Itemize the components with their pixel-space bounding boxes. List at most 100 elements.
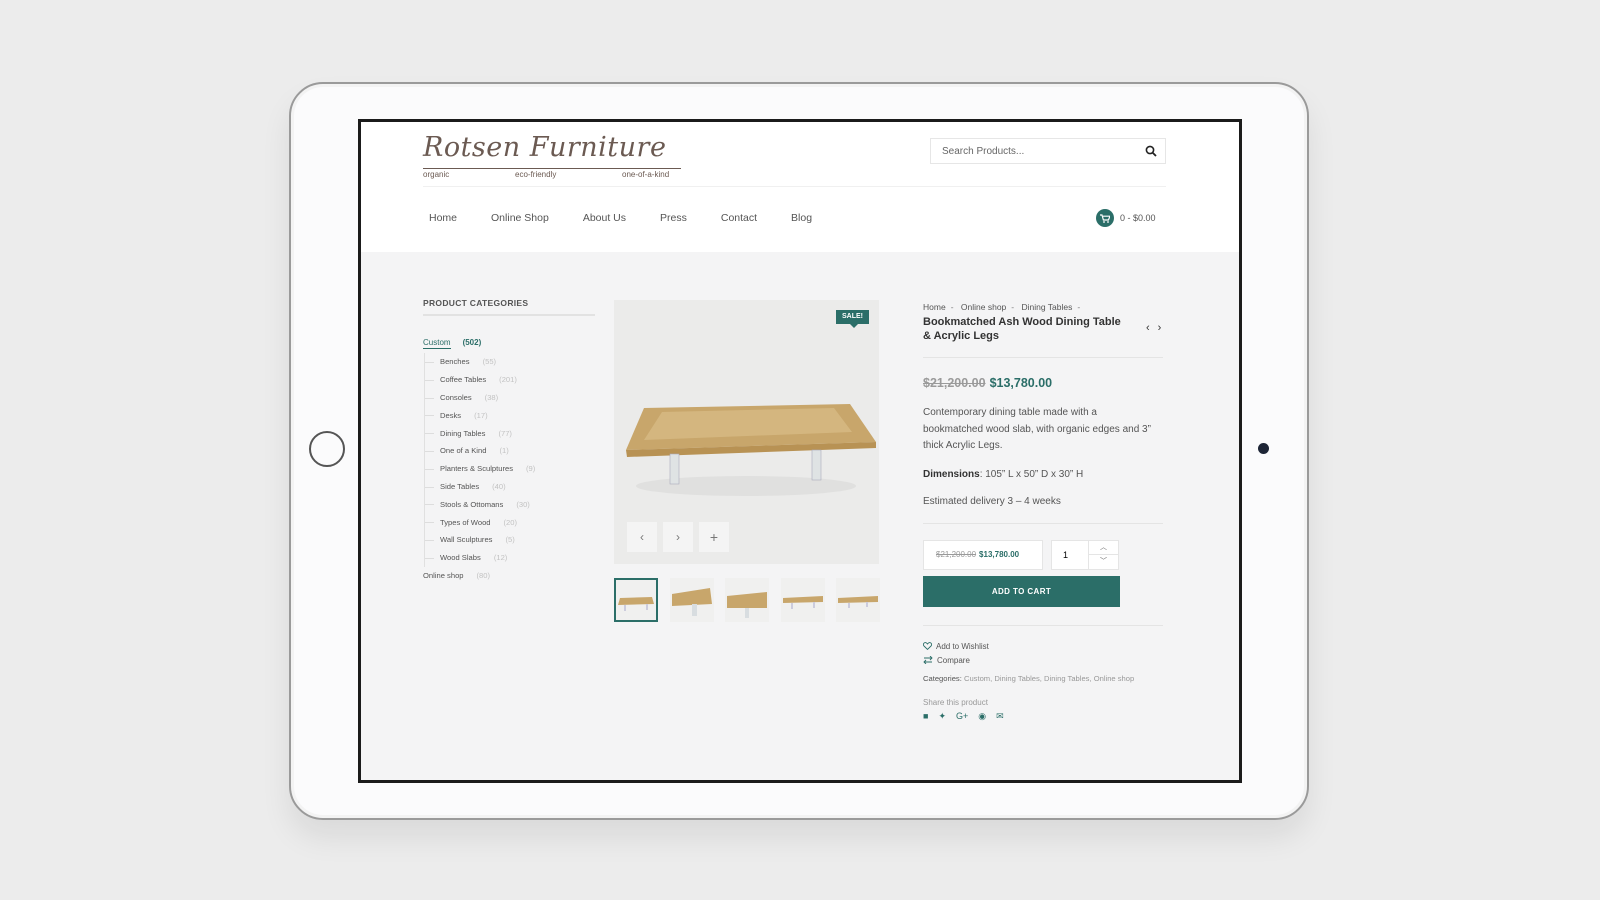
category-online-label[interactable]: Online shop xyxy=(423,571,464,580)
nav-blog[interactable]: Blog xyxy=(785,212,818,224)
nav-contact[interactable]: Contact xyxy=(715,212,763,224)
subcategory-label[interactable]: Dining Tables xyxy=(440,429,485,438)
site-header: Rotsen Furniture organic eco-friendly on… xyxy=(361,122,1239,252)
categories-links[interactable]: Custom, Dining Tables, Dining Tables, On… xyxy=(964,674,1134,683)
wishlist-label[interactable]: Add to Wishlist xyxy=(936,642,989,651)
quantity-stepper: ︿ ﹀ xyxy=(1051,539,1119,570)
category-custom[interactable]: Custom (502) xyxy=(423,338,595,349)
categories-label: Categories: xyxy=(923,673,962,683)
add-to-wishlist-link[interactable]: Add to Wishlist xyxy=(923,642,1163,651)
thumbnail[interactable] xyxy=(670,578,714,622)
logo-tag-unique: one-of-a-kind xyxy=(622,170,670,179)
quantity-up-icon[interactable]: ︿ xyxy=(1088,540,1118,555)
search-icon[interactable] xyxy=(1145,145,1157,157)
home-button[interactable] xyxy=(309,431,345,467)
divider xyxy=(923,624,1163,626)
subcategory-label[interactable]: Types of Wood xyxy=(440,518,491,527)
subcategory-count: (40) xyxy=(492,481,506,491)
quantity-input[interactable] xyxy=(1052,540,1088,569)
pinterest-icon[interactable]: ◉ xyxy=(978,711,986,722)
purchase-price: $21,200.00 $13,780.00 xyxy=(923,539,1043,570)
subcategory-label[interactable]: Consoles xyxy=(440,393,472,402)
subcategory-item[interactable]: Desks (17) xyxy=(425,406,595,424)
subcategory-item[interactable]: Wall Sculptures (5) xyxy=(425,531,595,549)
subcategory-label[interactable]: Benches xyxy=(440,357,470,366)
gallery-prev-button[interactable]: ‹ xyxy=(627,522,657,552)
delivery-estimate: Estimated delivery 3 – 4 weeks xyxy=(923,495,1061,507)
subcategory-count: (201) xyxy=(499,375,517,385)
nav-about-us[interactable]: About Us xyxy=(577,212,632,224)
breadcrumb-home[interactable]: Home xyxy=(923,302,946,312)
quantity-down-icon[interactable]: ﹀ xyxy=(1088,554,1118,569)
gallery-zoom-button[interactable]: + xyxy=(699,522,729,552)
compare-link[interactable]: Compare xyxy=(923,656,1163,665)
add-to-cart-button[interactable]: ADD TO CART xyxy=(923,575,1120,607)
nav-home[interactable]: Home xyxy=(423,212,463,224)
purchase-sale-price: $13,780.00 xyxy=(979,550,1020,559)
subcategory-count: (55) xyxy=(482,357,497,367)
subcategory-item[interactable]: Coffee Tables (201) xyxy=(425,371,595,389)
subcategory-label[interactable]: Side Tables xyxy=(440,482,479,491)
subcategory-label[interactable]: Wall Sculptures xyxy=(440,535,492,544)
product-dimensions: Dimensions: 105” L x 50” D x 30” H xyxy=(923,469,1163,480)
logo-tag-organic: organic xyxy=(423,170,450,179)
category-custom-label[interactable]: Custom xyxy=(423,338,451,349)
divider xyxy=(923,522,1163,524)
subcategory-item[interactable]: Dining Tables (77) xyxy=(425,424,595,442)
product-categories: Categories: Custom, Dining Tables, Dinin… xyxy=(923,671,1163,687)
subcategory-count: (30) xyxy=(516,499,530,509)
twitter-icon[interactable]: ✦ xyxy=(938,711,946,722)
subcategory-count: (38) xyxy=(484,392,499,402)
category-online-count: (80) xyxy=(476,570,491,580)
subcategory-label[interactable]: Desks xyxy=(440,411,461,420)
subcategory-item[interactable]: Benches (55) xyxy=(425,353,595,371)
subcategory-count: (12) xyxy=(493,553,508,563)
thumbnail[interactable] xyxy=(836,578,880,622)
subcategory-item[interactable]: One of a Kind (1) xyxy=(425,442,595,460)
nav-online-shop[interactable]: Online Shop xyxy=(485,212,555,224)
subcategory-item[interactable]: Planters & Sculptures (9) xyxy=(425,460,595,478)
subcategory-label[interactable]: Planters & Sculptures xyxy=(440,464,513,473)
cart-summary[interactable]: 0 - $0.00 xyxy=(1120,213,1156,223)
subcategory-label[interactable]: Wood Slabs xyxy=(440,553,481,562)
share-icons: ■ ✦ G+ ◉ ✉ xyxy=(923,711,1163,722)
dimensions-label: Dimensions xyxy=(923,468,980,480)
nav-press[interactable]: Press xyxy=(654,212,693,224)
logo-tag-eco: eco-friendly xyxy=(515,170,557,179)
heart-icon xyxy=(923,642,932,650)
subcategory-count: (5) xyxy=(505,535,515,545)
product-gallery[interactable]: SALE! ‹ › + xyxy=(614,300,879,564)
prev-product-icon[interactable]: ‹ xyxy=(1146,322,1150,334)
breadcrumb-dining-tables[interactable]: Dining Tables xyxy=(1022,302,1073,312)
email-icon[interactable]: ✉ xyxy=(996,711,1004,722)
subcategory-label[interactable]: Coffee Tables xyxy=(440,375,486,384)
category-online-shop[interactable]: Online shop (80) xyxy=(423,571,595,580)
compare-label[interactable]: Compare xyxy=(937,656,970,665)
header-divider xyxy=(423,186,1166,187)
subcategory-item[interactable]: Stools & Ottomans (30) xyxy=(425,495,595,513)
cart-widget[interactable]: 0 - $0.00 xyxy=(1096,209,1156,227)
breadcrumb-online-shop[interactable]: Online shop xyxy=(961,302,1006,312)
subcategory-item[interactable]: Wood Slabs (12) xyxy=(425,549,595,567)
subcategory-item[interactable]: Side Tables (40) xyxy=(425,478,595,496)
subcategory-item[interactable]: Types of Wood (20) xyxy=(425,513,595,531)
subcategory-label[interactable]: Stools & Ottomans xyxy=(440,500,503,509)
dimensions-value: : 105” L x 50” D x 30” H xyxy=(979,468,1084,480)
thumbnail[interactable] xyxy=(614,578,658,622)
divider xyxy=(923,357,1163,358)
logo[interactable]: Rotsen Furniture organic eco-friendly on… xyxy=(423,132,683,180)
logo-wordmark: Rotsen Furniture xyxy=(423,132,667,163)
thumbnail[interactable] xyxy=(781,578,825,622)
next-product-icon[interactable]: › xyxy=(1158,322,1162,334)
subcategory-item[interactable]: Consoles (38) xyxy=(425,389,595,407)
subcategory-label[interactable]: One of a Kind xyxy=(440,446,486,455)
facebook-icon[interactable]: ■ xyxy=(923,711,928,722)
gallery-next-button[interactable]: › xyxy=(663,522,693,552)
product-price: $21,200.00 $13,780.00 xyxy=(923,376,1163,390)
sale-price: $13,780.00 xyxy=(989,376,1053,390)
cart-icon[interactable] xyxy=(1096,209,1114,227)
subcategory-count: (1) xyxy=(499,446,509,456)
google-plus-icon[interactable]: G+ xyxy=(956,711,968,722)
search-input[interactable] xyxy=(931,139,1131,163)
thumbnail[interactable] xyxy=(725,578,769,622)
